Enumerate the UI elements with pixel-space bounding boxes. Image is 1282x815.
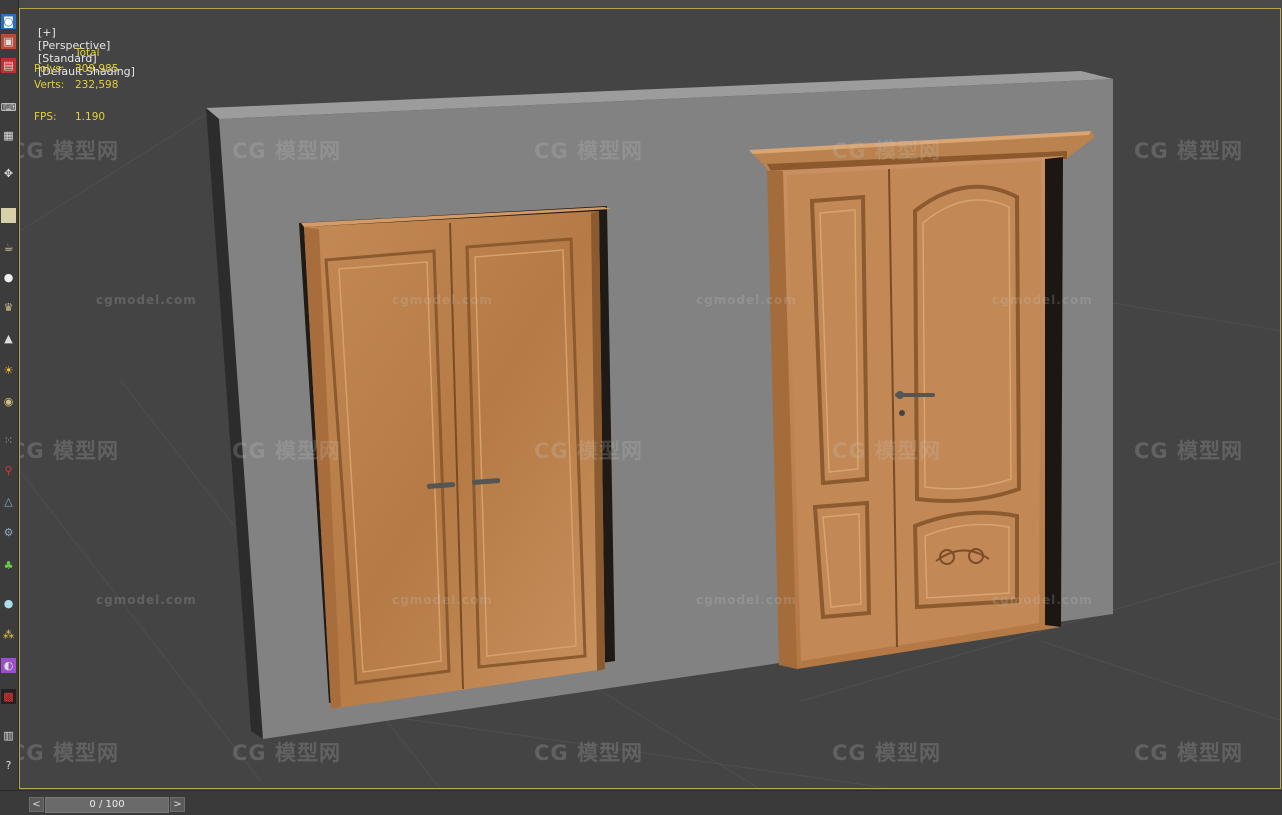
- polys-label: Polys:: [34, 63, 65, 75]
- grid-icon[interactable]: ▦: [1, 128, 16, 143]
- watermark: CG 模型网: [232, 439, 341, 463]
- watermark: CG 模型网: [232, 139, 341, 163]
- particles-icon[interactable]: ⁙: [1, 433, 16, 448]
- watermark: CG 模型网: [1134, 139, 1243, 163]
- watermark: CG 模型网: [1134, 439, 1243, 463]
- watermark: cgmodel.com: [96, 593, 197, 607]
- cone-icon[interactable]: ♛: [1, 300, 16, 315]
- pin-icon[interactable]: ⚲: [1, 463, 16, 478]
- right-double-door: [749, 131, 1095, 669]
- plant-icon[interactable]: ♣: [1, 558, 16, 573]
- prev-frame-button[interactable]: <: [29, 797, 44, 812]
- torus-icon[interactable]: ◉: [1, 394, 16, 409]
- watermark: CG 模型网: [534, 439, 643, 463]
- time-slider[interactable]: 0 / 100: [45, 797, 169, 813]
- left-toolbar: ◙ ▣ ▤ ⌨ ▦ ✥ ☕ ● ♛ ▲ ☀ ◉ ⁙ ⚲ △ ⚙ ♣ ● ⁂ ◐ …: [0, 0, 19, 790]
- cylinder-icon[interactable]: ▲: [1, 331, 16, 346]
- next-frame-button[interactable]: >: [170, 797, 185, 812]
- gear-icon[interactable]: ⚙: [1, 525, 16, 540]
- sun-light-icon[interactable]: ☀: [1, 363, 16, 378]
- plane-icon[interactable]: [1, 208, 16, 223]
- polys-value: 309,985: [75, 63, 119, 75]
- watermark: cgmodel.com: [392, 593, 493, 607]
- watermark: CG 模型网: [232, 741, 341, 765]
- teapot-icon[interactable]: ☕: [1, 240, 16, 255]
- cluster-icon[interactable]: ⁂: [1, 627, 16, 642]
- material-editor-icon[interactable]: ◐: [1, 658, 16, 673]
- fps-label: FPS:: [34, 111, 57, 123]
- watermark: cgmodel.com: [992, 593, 1093, 607]
- watermark: CG 模型网: [832, 741, 941, 765]
- help-icon[interactable]: ?: [1, 758, 16, 773]
- viewcube-icon[interactable]: ◙: [1, 14, 16, 29]
- stats-header: Total: [75, 47, 100, 59]
- watermark: CG 模型网: [832, 439, 941, 463]
- verts-label: Verts:: [34, 79, 65, 91]
- viewport-menu-plus[interactable]: [+]: [38, 26, 56, 39]
- verts-value: 232,598: [75, 79, 119, 91]
- watermark: CG 模型网: [534, 741, 643, 765]
- watermark: cgmodel.com: [696, 593, 797, 607]
- scene-render: [20, 71, 1280, 788]
- keyboard-icon[interactable]: ⌨: [1, 100, 16, 115]
- grid-small-icon[interactable]: ▥: [1, 728, 16, 743]
- render-settings-icon[interactable]: ▤: [1, 58, 16, 73]
- render-frame-icon[interactable]: ▩: [1, 689, 16, 704]
- watermark: CG 模型网: [1134, 741, 1243, 765]
- watermark: cgmodel.com: [696, 293, 797, 307]
- watermark: cgmodel.com: [392, 293, 493, 307]
- move-icon[interactable]: ✥: [1, 166, 16, 181]
- watermark: cgmodel.com: [992, 293, 1093, 307]
- watermark: CG 模型网: [20, 741, 119, 765]
- render-icon[interactable]: ▣: [1, 34, 16, 49]
- watermark: CG 模型网: [20, 439, 119, 463]
- fps-value: 1.190: [75, 111, 106, 123]
- time-slider-bar: < 0 / 100 >: [0, 790, 1282, 815]
- material-ball-icon[interactable]: ●: [1, 596, 16, 611]
- watermark: CG 模型网: [832, 139, 941, 163]
- watermark: CG 模型网: [534, 139, 643, 163]
- sphere-icon[interactable]: ●: [1, 270, 16, 285]
- watermark: cgmodel.com: [96, 293, 197, 307]
- perspective-viewport[interactable]: CG 模型网 CG 模型网 CG 模型网 CG 模型网 CG 模型网 cgmod…: [19, 8, 1281, 789]
- watermark: CG 模型网: [20, 139, 119, 163]
- tripod-icon[interactable]: △: [1, 494, 16, 509]
- statistics-overlay: Total Polys: 309,985 Verts: 232,598 FPS: 1.…: [34, 45, 118, 125]
